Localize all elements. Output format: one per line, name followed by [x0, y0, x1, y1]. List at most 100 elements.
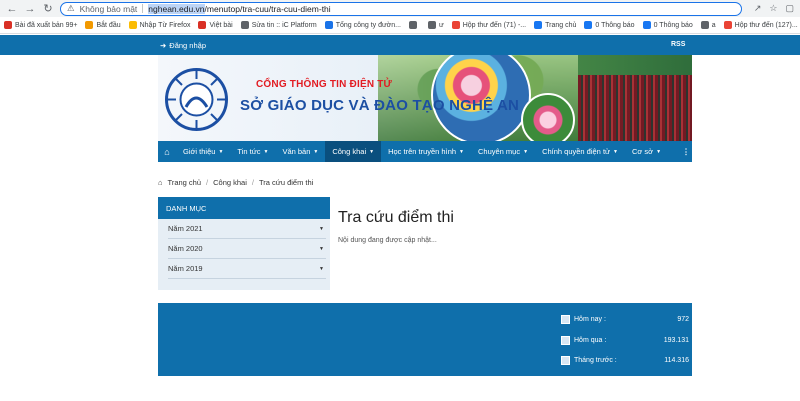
caret-down-icon: ▼: [313, 148, 319, 155]
sign-in-icon: ➜: [160, 41, 167, 50]
bookmark-label: Sửa tin :: iC Platform: [251, 21, 317, 29]
banner-photo-lotus: [521, 93, 575, 141]
bookmark-favicon-icon: [700, 21, 709, 29]
bookmarks-bar: Bài đã xuất bản 99+ Bắt đầu Nhập Từ Firefo…: [0, 17, 800, 34]
sidebar-item[interactable]: Năm 2021 ▼: [168, 219, 326, 239]
bookmark-label: Hộp thư đến (71) -...: [462, 21, 527, 29]
caret-down-icon: ▼: [263, 148, 269, 155]
nav-item-label: Học trên truyền hình: [388, 147, 457, 156]
url-host[interactable]: nghean.edu.vn: [148, 3, 205, 14]
nav-item[interactable]: Học trên truyền hình ▼: [381, 141, 471, 162]
caret-down-icon: ▼: [369, 148, 375, 155]
breadcrumb-current: Tra cứu điểm thi: [259, 178, 314, 187]
sidebar-item[interactable]: Năm 2020 ▼: [168, 239, 326, 259]
bookmark-label: Trang chủ: [545, 21, 577, 29]
breadcrumb-home[interactable]: Trang chủ: [168, 178, 202, 187]
bookmark-label: Hộp thư đến (127)...: [734, 21, 798, 29]
caret-down-icon: ▼: [218, 148, 224, 155]
login-link[interactable]: ➜ Đăng nhập: [160, 41, 206, 50]
sidebar-item[interactable]: Năm 2019 ▼: [168, 259, 326, 279]
url-path[interactable]: /menutop/tra-cuu/tra-cuu-diem-thi: [205, 4, 331, 14]
bookmark-item[interactable]: 0 Thông báo: [642, 21, 693, 29]
nav-item-label: Cơ sở: [632, 147, 654, 156]
bookmark-item[interactable]: [409, 21, 420, 29]
bookmark-item[interactable]: Sửa tin :: iC Platform: [240, 21, 317, 29]
top-bar: ➜ Đăng nhập RSS: [0, 35, 800, 55]
nav-item[interactable]: Cơ sở ▼: [625, 141, 668, 162]
bookmark-label: 0 Thông báo: [595, 21, 635, 29]
bookmark-favicon-icon: [723, 21, 732, 29]
sidebar-item-label: Năm 2019: [168, 264, 203, 273]
visitor-stat: Hôm qua : 193.131: [561, 334, 689, 346]
bookmark-favicon-icon: [240, 21, 249, 29]
nav-item-label: Công khai: [332, 147, 367, 156]
nav-item[interactable]: Tin tức ▼: [230, 141, 275, 162]
caret-down-icon: ▼: [523, 148, 529, 155]
stat-value: 972: [677, 315, 689, 323]
back-arrow-icon[interactable]: ←: [6, 3, 18, 15]
sidebar-item-label: Năm 2021: [168, 224, 203, 233]
bookmark-item[interactable]: Hộp thư đến (127)...: [723, 21, 798, 29]
bookmark-item[interactable]: Bắt đầu: [85, 21, 121, 29]
caret-down-icon: ▼: [319, 225, 324, 232]
banner-department-title: SỞ GIÁO DỤC VÀ ĐÀO TẠO NGHỆ AN: [240, 97, 520, 114]
stat-chart-icon: [561, 355, 570, 365]
more-vertical-icon[interactable]: ⋮: [680, 147, 692, 156]
bookmark-label: ư: [439, 21, 444, 29]
nav-item[interactable]: Văn bản ▼: [275, 141, 325, 162]
bookmark-label: Nhập Từ Firefox: [139, 21, 191, 29]
forward-arrow-icon[interactable]: →: [24, 3, 36, 15]
home-icon[interactable]: ⌂: [158, 178, 163, 187]
nav-item-label: Chuyên mục: [478, 147, 521, 156]
reload-icon[interactable]: ↻: [42, 3, 54, 15]
bookmark-item[interactable]: Tổng công ty đườn...: [324, 21, 401, 29]
bookmark-favicon-icon: [85, 21, 94, 29]
login-label: Đăng nhập: [169, 41, 206, 50]
bookmark-item[interactable]: Bài đã xuất bản 99+: [4, 21, 77, 29]
caret-down-icon: ▼: [319, 265, 324, 272]
nav-item[interactable]: Công khai ▼: [325, 141, 382, 162]
banner-photo-graduates: [578, 75, 692, 141]
bookmark-item[interactable]: a: [700, 21, 716, 29]
bookmark-item[interactable]: ư: [428, 21, 444, 29]
caret-down-icon: ▼: [613, 148, 618, 155]
site-banner[interactable]: CỔNG THÔNG TIN ĐIỆN TỬ SỞ GIÁO DỤC VÀ ĐÀ…: [158, 55, 692, 141]
rss-link[interactable]: RSS: [671, 41, 685, 48]
share-icon[interactable]: ↗: [754, 3, 762, 14]
nav-item[interactable]: Chuyên mục ▼: [471, 141, 535, 162]
bookmark-item[interactable]: Nhập Từ Firefox: [128, 21, 191, 29]
nav-item-label: Giới thiệu: [183, 147, 216, 156]
sidebar-item-label: Năm 2020: [168, 244, 203, 253]
nav-item[interactable]: Chính quyền điện tử ▼: [535, 141, 625, 162]
home-icon[interactable]: ⌂: [158, 141, 176, 162]
bookmark-item[interactable]: Việt bài: [198, 21, 233, 29]
browser-toolbar: ← → ↻ ⚠ Không bảo mật nghean.edu.vn/menu…: [0, 0, 800, 17]
warning-icon[interactable]: ⚠: [67, 3, 75, 14]
breadcrumb: ⌂ Trang chủ / Công khai / Tra cứu điểm t…: [158, 178, 313, 187]
security-label[interactable]: Không bảo mật: [80, 4, 138, 14]
divider: [142, 4, 144, 13]
visitor-stat: Hôm nay : 972: [561, 313, 689, 325]
bookmark-favicon-icon: [324, 21, 333, 29]
stat-chart-icon: [561, 314, 570, 324]
sidebar-icon[interactable]: ▢: [785, 3, 794, 14]
bookmark-label: a: [711, 21, 716, 29]
main-navigation: ⌂ Giới thiệu ▼ Tin tức ▼ Văn bản ▼ Công khai ▼ H…: [158, 141, 692, 162]
caret-down-icon: ▼: [656, 148, 662, 155]
address-bar[interactable]: ⚠ Không bảo mật nghean.edu.vn/menutop/tr…: [60, 1, 742, 16]
sidebar-title: DANH MỤC: [158, 197, 330, 219]
bookmark-label: 0 Thông báo: [653, 21, 693, 29]
star-icon[interactable]: ☆: [769, 3, 777, 14]
caret-down-icon: ▼: [459, 148, 464, 155]
bookmark-item[interactable]: Trang chủ: [534, 21, 576, 29]
bookmark-item[interactable]: 0 Thông báo: [584, 21, 635, 29]
nav-item-label: Văn bản: [282, 147, 311, 156]
bookmark-item[interactable]: Hộp thư đến (71) -...: [451, 21, 527, 29]
nav-item-label: Tin tức: [237, 147, 261, 156]
nav-item[interactable]: Giới thiệu ▼: [176, 141, 230, 162]
page-title: Tra cứu điểm thi: [338, 209, 454, 226]
bookmark-favicon-icon: [428, 21, 436, 29]
category-sidebar: DANH MỤC Năm 2021 ▼ Năm 2020 ▼ Năm 2019 ▼: [158, 197, 330, 290]
education-logo-icon: [165, 68, 228, 131]
breadcrumb-cong-khai[interactable]: Công khai: [213, 178, 247, 187]
